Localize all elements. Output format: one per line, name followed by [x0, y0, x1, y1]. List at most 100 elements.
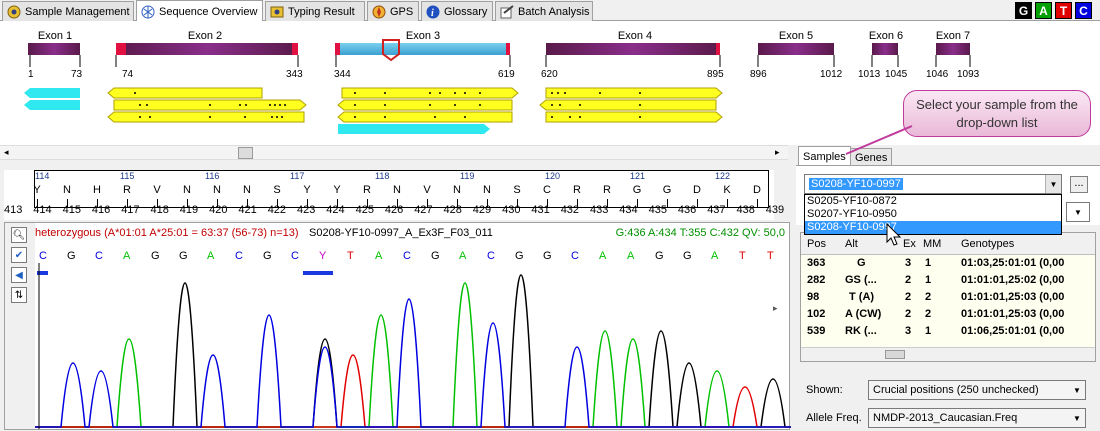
- base-toggle-a[interactable]: A: [1035, 2, 1052, 19]
- position-number: 435: [648, 204, 667, 216]
- position-number: 425: [355, 204, 374, 216]
- table-row[interactable]: 98 T (A) 2 2 01:01:01,25:03 (0,00: [801, 289, 1095, 306]
- table-row[interactable]: 539 RK (... 3 1 01:06,25:01:01 (0,00: [801, 323, 1095, 340]
- codon-number: 118: [375, 171, 390, 181]
- col-pos[interactable]: Pos: [807, 238, 826, 250]
- position-number: 427: [414, 204, 433, 216]
- gps-icon: [371, 4, 386, 19]
- positions-grid: Pos Alt Ex MM Genotypes 363 G 3 1 01:03,…: [800, 232, 1096, 362]
- amino-acid: D: [693, 184, 701, 196]
- sample-dropdown-list[interactable]: S0205-YF10-0872 S0207-YF10-0950 S0208-YF…: [804, 194, 1062, 235]
- base-toggle-g[interactable]: G: [1015, 2, 1032, 19]
- shown-select[interactable]: Crucial positions (250 unchecked) ▼: [868, 380, 1086, 400]
- amino-acid: Y: [303, 184, 311, 196]
- swap-button[interactable]: ⇅: [11, 287, 27, 303]
- grid-scrollbar[interactable]: [801, 347, 1095, 361]
- table-row[interactable]: 282 GS (... 2 1 01:01:01,25:02 (0,00: [801, 272, 1095, 289]
- dropdown-item[interactable]: S0207-YF10-0950: [805, 208, 1061, 221]
- dropdown-item-selected[interactable]: S0208-YF10-0997: [805, 221, 1061, 234]
- confirm-button[interactable]: ✔: [11, 247, 27, 263]
- col-alt[interactable]: Alt: [845, 238, 858, 250]
- swap-icon: ⇅: [14, 289, 24, 301]
- amino-acid: R: [363, 184, 371, 196]
- codon-number: 115: [120, 171, 135, 181]
- dropdown-item[interactable]: S0205-YF10-0872: [805, 195, 1061, 208]
- back-button[interactable]: ◀: [11, 267, 27, 283]
- svg-text:i: i: [431, 8, 434, 19]
- position-number: 438: [736, 204, 755, 216]
- tab-gps[interactable]: GPS: [367, 1, 419, 21]
- sequence-icon: [140, 4, 155, 19]
- position-number: 414: [33, 204, 52, 216]
- secondary-select[interactable]: ▼: [1066, 202, 1090, 222]
- base-call: A: [711, 250, 719, 262]
- codon-number: 119: [460, 171, 475, 181]
- scroll-right-icon[interactable]: ▸: [775, 147, 780, 158]
- overview-scrollbar[interactable]: ◂ ▸: [0, 145, 788, 160]
- codon-number: 116: [205, 171, 220, 181]
- col-ex[interactable]: Ex: [903, 238, 916, 250]
- position-number: 432: [560, 204, 580, 216]
- trace-G: [35, 274, 791, 428]
- amino-acid: N: [453, 184, 461, 196]
- position-number: 417: [121, 204, 140, 216]
- codon-track: 114 115 116 117 118 119 120 121 122 Y N H R V N N N S Y Y R N…: [33, 170, 769, 208]
- base-call: T: [739, 250, 746, 262]
- filter-options: Shown: Crucial positions (250 unchecked)…: [796, 368, 1100, 430]
- chevron-down-icon[interactable]: ▼: [1045, 175, 1061, 193]
- sequence-ruler: 114 115 116 117 118 119 120 121 122 Y N H R V N N N S Y Y R N…: [4, 170, 784, 220]
- base-call: T: [347, 250, 354, 262]
- tab-typing-result[interactable]: Typing Result: [265, 1, 365, 21]
- position-number: 433: [590, 204, 609, 216]
- amino-acid: N: [63, 184, 71, 196]
- grid-scroll-thumb[interactable]: [885, 350, 905, 359]
- amino-acid: K: [723, 184, 731, 196]
- position-number: 437: [707, 204, 726, 216]
- codon-number: 114: [35, 171, 50, 181]
- position-number: 439: [765, 204, 785, 216]
- scroll-thumb[interactable]: [238, 147, 253, 159]
- tab-sample-management[interactable]: Sample Management: [2, 1, 134, 21]
- codon-number: 122: [715, 171, 731, 181]
- amino-acid: R: [123, 184, 131, 196]
- codon-number: 117: [290, 171, 305, 181]
- base-call: G: [683, 250, 692, 262]
- amino-acid: D: [753, 184, 761, 196]
- info-icon: i: [425, 4, 440, 19]
- table-row[interactable]: 363 G 3 1 01:03,25:01:01 (0,00: [801, 255, 1095, 272]
- sample-select[interactable]: S0208-YF10-0997 ▼: [804, 174, 1062, 194]
- base-call: C: [291, 250, 299, 262]
- base-toggle-c[interactable]: C: [1075, 2, 1092, 19]
- col-genotypes[interactable]: Genotypes: [961, 238, 1014, 250]
- browse-button[interactable]: ...: [1070, 176, 1088, 193]
- sample-select-value: S0208-YF10-0997: [809, 178, 903, 190]
- table-row[interactable]: 102 A (CW) 2 2 01:01:01,25:03 (0,00: [801, 306, 1095, 323]
- tab-sequence-overview[interactable]: Sequence Overview: [136, 0, 263, 22]
- allele-freq-select[interactable]: NMDP-2013_Caucasian.Freq ▼: [868, 408, 1086, 428]
- trace-C: [35, 298, 791, 428]
- mouse-cursor-icon: [886, 222, 902, 246]
- chromatogram-trace[interactable]: CGCAGGACGCYTACGACGGCAAGGATT: [35, 241, 791, 431]
- tab-batch-analysis[interactable]: Batch Analysis: [495, 1, 593, 21]
- position-number: 421: [238, 204, 257, 216]
- callout-pointer: [845, 125, 913, 155]
- amino-acid: N: [213, 184, 221, 196]
- tab-glossary[interactable]: i Glossary: [421, 1, 493, 21]
- position-number: 422: [267, 204, 287, 216]
- position-number: 430: [502, 204, 521, 216]
- col-mm[interactable]: MM: [923, 238, 941, 250]
- zoom-button[interactable]: 🔍︎: [11, 227, 27, 243]
- trace-stats: G:436 A:434 T:355 C:432 QV: 50,0: [615, 227, 785, 239]
- base-toggle-t[interactable]: T: [1055, 2, 1072, 19]
- codon-number: 120: [545, 171, 561, 181]
- amino-acid: Y: [333, 184, 341, 196]
- amino-acid: S: [273, 184, 281, 196]
- zoom-icon: 🔍︎: [12, 229, 26, 241]
- trace-scroll-icon[interactable]: ▸: [773, 303, 778, 314]
- amino-acid: S: [513, 184, 521, 196]
- base-call: G: [543, 250, 552, 262]
- trace-file-name: S0208-YF10-0997_A_Ex3F_F03_011: [309, 227, 493, 239]
- base-call: T: [767, 250, 774, 262]
- position-number: 419: [179, 204, 199, 216]
- scroll-left-icon[interactable]: ◂: [4, 147, 9, 158]
